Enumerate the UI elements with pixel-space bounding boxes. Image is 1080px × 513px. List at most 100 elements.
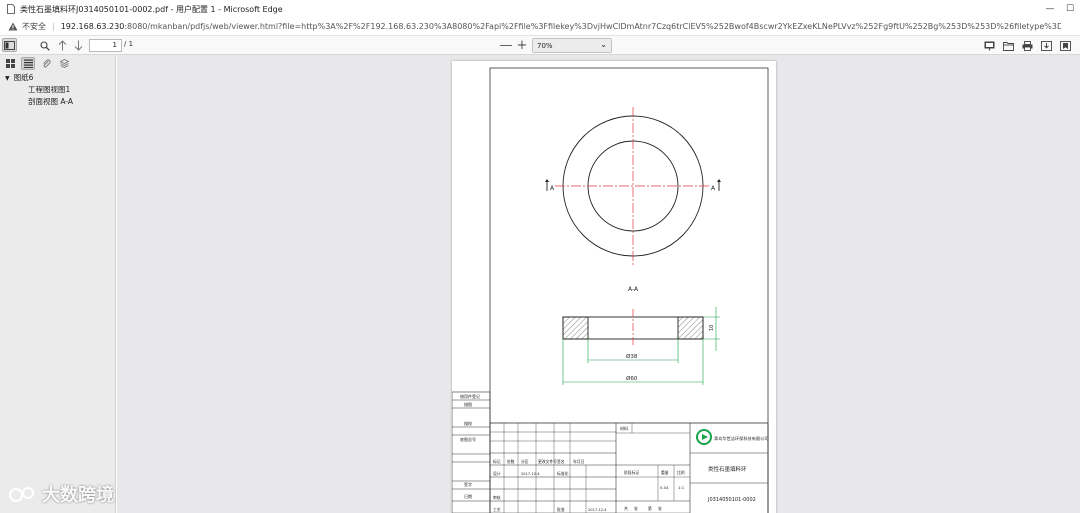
sidebar-tabs — [0, 55, 115, 72]
pdf-page: A A A-A 10 Ø38 Ø60 借用件登记 描图 描校 底图总号 签字 日… — [452, 61, 776, 513]
window-controls: — ☐ — [1040, 0, 1080, 18]
tb-cell: 分区 — [521, 459, 529, 464]
tb-cell: 标记 — [493, 459, 501, 464]
bookmark-icon — [1060, 40, 1071, 51]
zoom-in-button[interactable]: + — [515, 38, 529, 53]
section-hatch-right — [677, 316, 704, 340]
tb-cell: 工艺 — [493, 507, 501, 512]
tb-date: 2017-12-4 — [521, 472, 540, 476]
page-number-input[interactable]: 1 — [89, 39, 122, 52]
outline-item-section-aa[interactable]: 剖面视图 A-A — [0, 96, 115, 108]
next-page-button[interactable] — [72, 38, 85, 53]
watermark-text: 大数跨境 — [42, 485, 114, 506]
watermark: 大数跨境 — [8, 481, 114, 507]
watermark-logo-icon — [9, 487, 34, 502]
print-button[interactable] — [1021, 38, 1034, 53]
section-label-right: A — [711, 185, 716, 192]
tb-drawing-no: J0314050101-0002 — [707, 497, 756, 503]
layers-tab[interactable] — [57, 57, 71, 70]
presentation-icon — [984, 41, 995, 50]
sidebar: ▼ 图纸6 工程图视图1 剖面视图 A-A — [0, 55, 116, 513]
expand-triangle-icon[interactable]: ▼ — [5, 75, 10, 82]
printer-icon — [1022, 40, 1033, 51]
tb-cell: 第 — [648, 506, 652, 511]
zoom-out-button[interactable]: — — [499, 38, 513, 53]
download-button[interactable] — [1040, 38, 1053, 53]
document-outline: ▼ 图纸6 工程图视图1 剖面视图 A-A — [0, 72, 115, 108]
tb-cell: 批准 — [557, 507, 565, 512]
company-logo-mark — [702, 434, 708, 440]
outline-item-sheet[interactable]: ▼ 图纸6 — [0, 72, 115, 84]
security-label[interactable]: 不安全 — [22, 21, 46, 32]
tb-cell: 比例 — [677, 470, 685, 475]
paperclip-icon — [42, 59, 51, 68]
page-total: / 1 — [124, 40, 134, 48]
address-bar[interactable]: 不安全 | 192.168.63.230:8080/mkanban/pdfjs/… — [0, 18, 1080, 36]
separator: | — [52, 22, 55, 31]
tb-cell: 阶段标记 — [624, 470, 639, 475]
previous-page-button[interactable] — [56, 38, 69, 53]
url-text[interactable]: 192.168.63.230:8080/mkanban/pdfjs/web/vi… — [61, 22, 1061, 31]
left-label: 描校 — [464, 420, 472, 426]
layers-icon — [59, 59, 69, 68]
section-arrow-right-icon — [717, 179, 721, 182]
zoom-value: 70% — [537, 41, 553, 50]
url-path: :8080/mkanban/pdfjs/web/viewer.html?file… — [124, 22, 1061, 31]
sidebar-toggle-button[interactable] — [2, 38, 17, 52]
find-button[interactable] — [38, 38, 51, 53]
tb-cell: 张 — [658, 506, 662, 511]
title-block: 标记 处数 分区 更改文件号 签名 年月日 设计 2017-12-4 标准化 审… — [489, 422, 768, 513]
dim-height-label: 10 — [709, 325, 715, 331]
list-icon — [23, 59, 33, 68]
right-toolbar — [983, 38, 1072, 53]
outline-item-label: 工程图视图1 — [28, 85, 71, 94]
dim-inner-label: Ø38 — [626, 353, 638, 360]
arrow-down-icon — [74, 40, 83, 51]
tb-cell: 处数 — [507, 459, 515, 464]
tb-cell: 标准化 — [557, 471, 569, 476]
tb-scale: 1:1 — [678, 485, 685, 490]
section-title: A-A — [628, 286, 639, 293]
title-bar: 类性石墨填料环J0314050101-0002.pdf - 用户配置 1 - M… — [0, 0, 1080, 18]
zoom-select[interactable]: 70% ⌄ — [532, 38, 612, 53]
tb-weight: 0.04 — [660, 485, 669, 490]
tb-cell: 更改文件号 — [538, 459, 557, 464]
grid-icon — [5, 59, 15, 68]
left-label: 借用件登记 — [460, 393, 480, 399]
tb-material-label: 材料 — [620, 425, 628, 431]
outline-item-label: 图纸6 — [13, 73, 34, 82]
bookmark-button[interactable] — [1059, 38, 1072, 53]
outline-item-label: 剖面视图 A-A — [28, 97, 74, 106]
pdf-toolbar: 1 / 1 — + 70% ⌄ — [0, 36, 1080, 55]
section-label-left: A — [550, 185, 555, 192]
pdf-viewer[interactable]: A A A-A 10 Ø38 Ø60 借用件登记 描图 描校 底图总号 签字 日… — [117, 55, 1080, 513]
tb-cell: 重量 — [661, 470, 669, 475]
tb-cell: 共 — [624, 506, 628, 511]
outline-tab[interactable] — [21, 57, 35, 70]
thumbnails-tab[interactable] — [3, 57, 17, 70]
section-hatch-left — [562, 316, 589, 340]
left-label: 签字 — [464, 481, 472, 487]
search-icon — [39, 40, 50, 51]
outline-item-view-1[interactable]: 工程图视图1 — [0, 84, 115, 96]
url-host: 192.168.63.230 — [60, 22, 125, 31]
open-file-button[interactable] — [1002, 38, 1015, 53]
attachments-tab[interactable] — [39, 57, 53, 70]
window-title: 类性石墨填料环J0314050101-0002.pdf - 用户配置 1 - M… — [20, 4, 283, 14]
left-label: 底图总号 — [460, 436, 476, 442]
presentation-mode-button[interactable] — [983, 38, 996, 53]
maximize-button[interactable]: ☐ — [1060, 0, 1080, 18]
document-icon — [4, 4, 18, 14]
sidebar-toggle-icon — [4, 40, 15, 50]
chevron-down-icon: ⌄ — [600, 40, 607, 49]
save-icon — [1041, 40, 1052, 51]
tb-cell: 审核 — [493, 495, 501, 500]
left-label: 日期 — [464, 493, 472, 499]
folder-open-icon — [1003, 41, 1014, 51]
minimize-button[interactable]: — — [1040, 0, 1060, 18]
tb-date: 2017-12-4 — [588, 508, 607, 512]
dim-outer-label: Ø60 — [626, 375, 638, 382]
tb-part-name: 类性石墨填料环 — [708, 465, 747, 473]
tb-cell: 年月日 — [573, 459, 585, 464]
warning-icon[interactable] — [8, 22, 18, 32]
